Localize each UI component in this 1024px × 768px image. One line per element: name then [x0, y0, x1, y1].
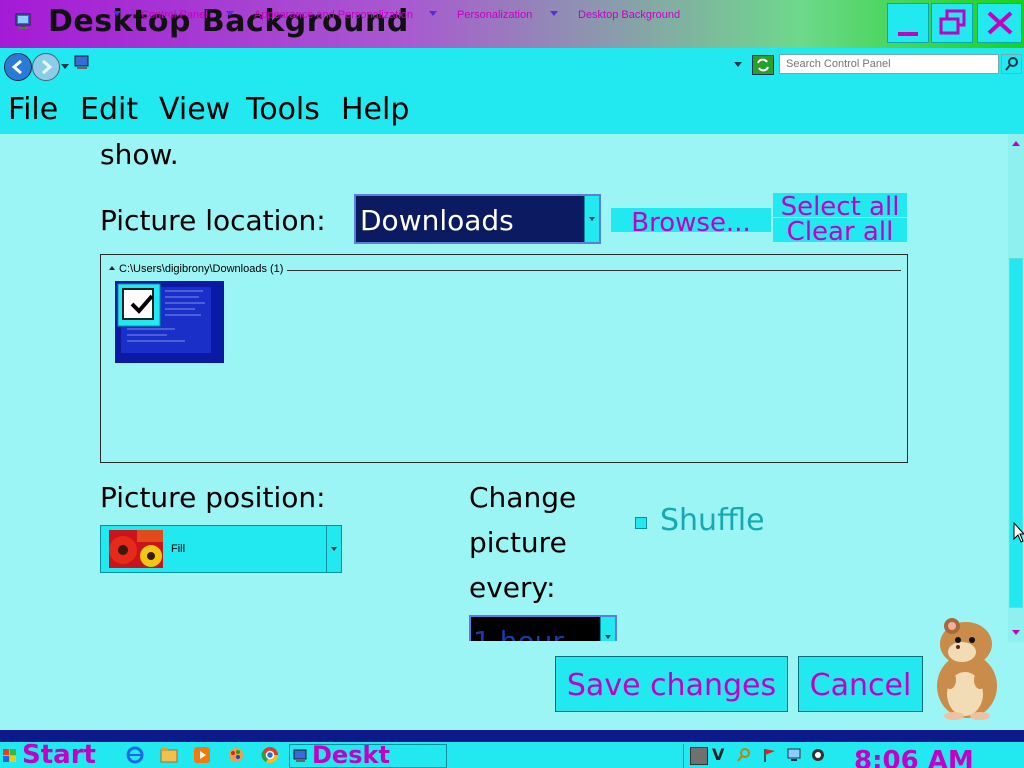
crumb-arrow-icon[interactable]	[550, 11, 558, 16]
close-icon	[987, 11, 1013, 35]
clock[interactable]: 8:06 AM	[854, 746, 974, 768]
interval-dropdown-button[interactable]	[600, 617, 615, 641]
chevron-down-icon	[589, 217, 595, 221]
windows-logo-icon	[3, 748, 17, 762]
menu-help[interactable]: Help	[341, 92, 409, 127]
taskbar-window-desktop-background[interactable]: Deskt	[289, 744, 447, 768]
taskbar-window-label: Deskt	[312, 744, 390, 768]
mouse-cursor-icon	[1013, 521, 1024, 548]
paint-icon[interactable]	[227, 746, 245, 764]
start-label: Start	[22, 742, 96, 768]
restore-icon	[939, 9, 966, 35]
checkmark-icon[interactable]	[129, 291, 155, 317]
chevron-up-icon	[1012, 141, 1020, 146]
breadcrumb-personalization[interactable]: Personalization	[457, 9, 532, 21]
menu-tools[interactable]: Tools	[246, 92, 320, 127]
file-explorer-icon[interactable]	[160, 747, 178, 763]
picture-position-label: Picture position:	[100, 481, 326, 514]
picture-position-value: Fill	[171, 543, 186, 555]
chevron-down-icon	[331, 547, 337, 551]
chrome-icon[interactable]	[261, 746, 279, 764]
tray-magnifier-icon[interactable]	[736, 747, 752, 767]
restore-button[interactable]	[931, 3, 973, 43]
system-tray: V 8:06 AM	[683, 744, 1024, 768]
close-button[interactable]	[977, 3, 1022, 43]
interval-dropdown[interactable]: 1 hour	[469, 615, 617, 641]
address-control-panel-icon	[74, 55, 92, 71]
scroll-up-button[interactable]	[1009, 136, 1023, 150]
volume-icon[interactable]	[810, 747, 826, 767]
breadcrumb-desktop-background[interactable]: Desktop Background	[578, 9, 680, 21]
picture-list[interactable]: C:\Users\digibrony\Downloads (1)	[100, 254, 908, 463]
select-all-button[interactable]: Select all	[773, 193, 907, 217]
cancel-button[interactable]: Cancel	[798, 656, 923, 712]
group-divider	[287, 270, 901, 271]
menu-file[interactable]: File	[8, 92, 58, 127]
intro-text-tail: show.	[100, 138, 179, 171]
search-button[interactable]	[1001, 54, 1022, 74]
back-button[interactable]	[4, 53, 32, 81]
address-dropdown-icon[interactable]	[734, 62, 742, 67]
breadcrumb-control-panel[interactable]: Control Panel	[141, 9, 208, 21]
network-icon[interactable]	[786, 747, 802, 767]
minimize-icon	[898, 32, 918, 36]
menu-view[interactable]: View	[159, 92, 230, 127]
minimize-button[interactable]	[887, 3, 929, 43]
shuffle-label[interactable]: Shuffle	[660, 503, 765, 538]
menu-bar	[0, 82, 1024, 134]
clear-all-button[interactable]: Clear all	[773, 218, 907, 242]
shuffle-checkbox[interactable]	[635, 517, 647, 529]
chevron-down-icon	[605, 635, 611, 639]
forward-arrow-icon	[42, 59, 53, 75]
refresh-button[interactable]	[752, 55, 774, 75]
control-panel-icon	[293, 748, 309, 762]
picture-position-dropdown-button[interactable]	[326, 526, 341, 572]
recent-pages-dropdown-icon[interactable]	[61, 64, 69, 69]
picture-location-dropdown[interactable]: Downloads	[354, 194, 601, 244]
search-icon	[1005, 57, 1018, 71]
picture-location-label: Picture location:	[100, 204, 326, 237]
crumb-arrow-icon[interactable]	[113, 11, 121, 16]
crumb-arrow-icon[interactable]	[429, 11, 437, 16]
forward-button[interactable]	[32, 53, 60, 81]
picture-location-value: Downloads	[360, 204, 514, 237]
tray-app-icon[interactable]	[690, 747, 708, 765]
crumb-arrow-icon[interactable]	[226, 11, 234, 16]
control-panel-icon	[14, 13, 34, 31]
interval-value: 1 hour	[473, 625, 564, 641]
search-input[interactable]	[779, 54, 999, 74]
change-picture-label-line3: every:	[469, 571, 556, 604]
wallpaper-thumbnail[interactable]	[115, 281, 224, 363]
tray-v-icon[interactable]: V	[712, 745, 724, 764]
interval-dropdown-viewport: 1 hour	[469, 615, 617, 641]
breadcrumb-appearance[interactable]: Appearance and Personalization	[254, 9, 413, 21]
refresh-icon	[757, 58, 769, 72]
back-arrow-icon	[11, 59, 22, 75]
action-center-flag-icon[interactable]	[762, 747, 778, 767]
internet-explorer-icon[interactable]	[126, 746, 144, 764]
hamster-mascot	[922, 614, 1012, 720]
change-picture-label-line2: picture	[469, 526, 567, 559]
collapse-group-icon[interactable]	[109, 266, 115, 270]
menu-edit[interactable]: Edit	[80, 92, 138, 127]
media-player-icon[interactable]	[193, 746, 211, 764]
start-button[interactable]: Start	[0, 742, 114, 768]
browse-button[interactable]: Browse...	[611, 208, 771, 232]
taskbar-edge	[0, 730, 1024, 742]
change-picture-label-line1: Change	[469, 481, 577, 514]
picture-position-dropdown[interactable]: Fill	[100, 525, 342, 573]
scrollbar-thumb[interactable]	[1009, 258, 1023, 608]
picture-location-dropdown-button[interactable]	[584, 196, 599, 242]
fill-preview-icon	[109, 530, 163, 568]
save-changes-button[interactable]: Save changes	[555, 656, 788, 712]
chevron-down-icon	[1012, 630, 1020, 635]
folder-group-label[interactable]: C:\Users\digibrony\Downloads (1)	[119, 263, 283, 275]
